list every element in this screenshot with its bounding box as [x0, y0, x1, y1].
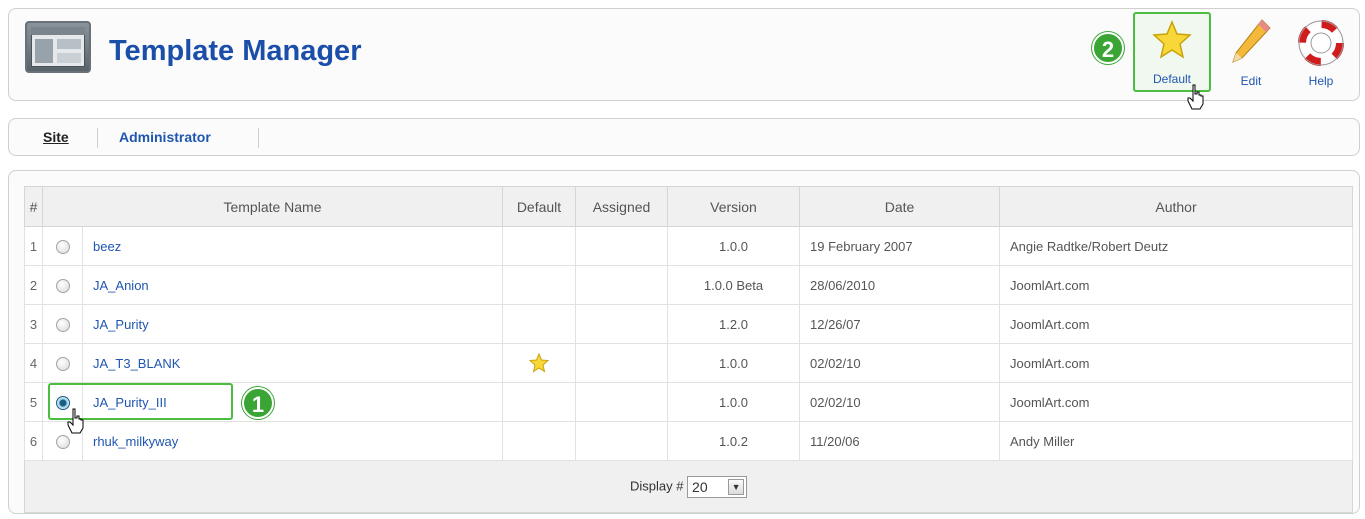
version-cell: 1.0.0 [667, 343, 800, 383]
star-icon [1152, 20, 1192, 59]
table-header-row: # Template Name Default Assigned Version… [24, 186, 1353, 227]
default-cell [502, 343, 576, 383]
tab-site[interactable]: Site [43, 129, 69, 145]
row-radio-cell [42, 343, 83, 383]
row-radio-cell [42, 304, 83, 344]
step-2-badge: 2 [1092, 32, 1124, 64]
assigned-cell [575, 226, 668, 266]
date-cell: 02/02/10 [799, 382, 1000, 422]
template-name-link[interactable]: beez [82, 226, 503, 266]
author-cell: Andy Miller [999, 421, 1353, 461]
author-cell: JoomlArt.com [999, 343, 1353, 383]
hand-cursor-icon [67, 408, 84, 434]
tabs-panel: Site Administrator [8, 118, 1360, 156]
row-number: 3 [24, 304, 43, 344]
row-number: 5 [24, 382, 43, 422]
edit-button[interactable]: Edit [1216, 12, 1286, 88]
assigned-cell [575, 304, 668, 344]
lifebuoy-icon [1298, 20, 1344, 66]
pencil-icon [1232, 19, 1271, 63]
template-manager-icon [25, 21, 91, 73]
table-row: 3 JA_Purity 1.2.0 12/26/07 JoomlArt.com [24, 304, 1353, 344]
template-radio[interactable] [55, 239, 70, 254]
header-number: # [24, 186, 43, 227]
display-count-select[interactable]: 20 ▼ [687, 475, 748, 498]
table-row-selected: 5 JA_Purity_III 1.0.0 02/02/10 JoomlArt.… [24, 382, 1353, 422]
header-version: Version [667, 186, 800, 227]
template-name-link[interactable]: rhuk_milkyway [82, 421, 503, 461]
tab-divider [258, 128, 259, 148]
assigned-cell [575, 265, 668, 305]
tab-divider [97, 128, 98, 148]
author-cell: JoomlArt.com [999, 265, 1353, 305]
hand-cursor-icon [1187, 84, 1204, 110]
template-name-link[interactable]: JA_Anion [82, 265, 503, 305]
row-number: 1 [24, 226, 43, 266]
table-row: 4 JA_T3_BLANK 1.0.0 02/02/10 JoomlArt.co… [24, 343, 1353, 383]
table-row: 2 JA_Anion 1.0.0 Beta 28/06/2010 JoomlAr… [24, 265, 1353, 305]
template-radio[interactable] [55, 434, 70, 449]
date-cell: 28/06/2010 [799, 265, 1000, 305]
date-cell: 12/26/07 [799, 304, 1000, 344]
author-cell: JoomlArt.com [999, 382, 1353, 422]
pagination-footer: Display # 20 ▼ [24, 460, 1353, 513]
header-default: Default [502, 186, 576, 227]
row-radio-cell [42, 226, 83, 266]
help-button-label: Help [1308, 74, 1334, 88]
default-cell [502, 382, 576, 422]
author-cell: Angie Radtke/Robert Deutz [999, 226, 1353, 266]
version-cell: 1.0.0 [667, 226, 800, 266]
template-radio[interactable] [55, 356, 70, 371]
help-button[interactable]: Help [1286, 12, 1356, 88]
date-cell: 02/02/10 [799, 343, 1000, 383]
version-cell: 1.0.0 [667, 382, 800, 422]
default-cell [502, 421, 576, 461]
template-table: # Template Name Default Assigned Version… [24, 186, 1353, 513]
default-cell [502, 226, 576, 266]
page-title: Template Manager [109, 35, 362, 67]
display-count-value: 20 [692, 478, 708, 495]
version-cell: 1.0.2 [667, 421, 800, 461]
default-button[interactable]: Default [1133, 12, 1211, 92]
assigned-cell [575, 421, 668, 461]
edit-button-label: Edit [1240, 74, 1262, 88]
assigned-cell [575, 343, 668, 383]
row-number: 2 [24, 265, 43, 305]
template-name-link[interactable]: JA_Purity_III [82, 382, 503, 422]
dropdown-arrow-icon[interactable]: ▼ [728, 478, 745, 495]
author-cell: JoomlArt.com [999, 304, 1353, 344]
version-cell: 1.0.0 Beta [667, 265, 800, 305]
table-row: 6 rhuk_milkyway 1.0.2 11/20/06 Andy Mill… [24, 421, 1353, 461]
template-radio[interactable] [55, 317, 70, 332]
tab-administrator[interactable]: Administrator [119, 129, 211, 145]
row-number: 4 [24, 343, 43, 383]
date-cell: 19 February 2007 [799, 226, 1000, 266]
header-assigned: Assigned [575, 186, 668, 227]
default-cell [502, 265, 576, 305]
step-1-badge: 1 [242, 387, 274, 419]
table-row: 1 beez 1.0.0 19 February 2007 Angie Radt… [24, 226, 1353, 266]
header-author: Author [999, 186, 1353, 227]
default-star-icon [528, 352, 550, 373]
version-cell: 1.2.0 [667, 304, 800, 344]
template-name-link[interactable]: JA_T3_BLANK [82, 343, 503, 383]
table-footer-row: Display # 20 ▼ [24, 460, 1353, 513]
template-name-link[interactable]: JA_Purity [82, 304, 503, 344]
row-number: 6 [24, 421, 43, 461]
template-radio[interactable] [55, 278, 70, 293]
assigned-cell [575, 382, 668, 422]
default-cell [502, 304, 576, 344]
row-radio-cell [42, 265, 83, 305]
header-template-name[interactable]: Template Name [42, 186, 503, 227]
display-label: Display # [629, 477, 684, 493]
header-date: Date [799, 186, 1000, 227]
date-cell: 11/20/06 [799, 421, 1000, 461]
